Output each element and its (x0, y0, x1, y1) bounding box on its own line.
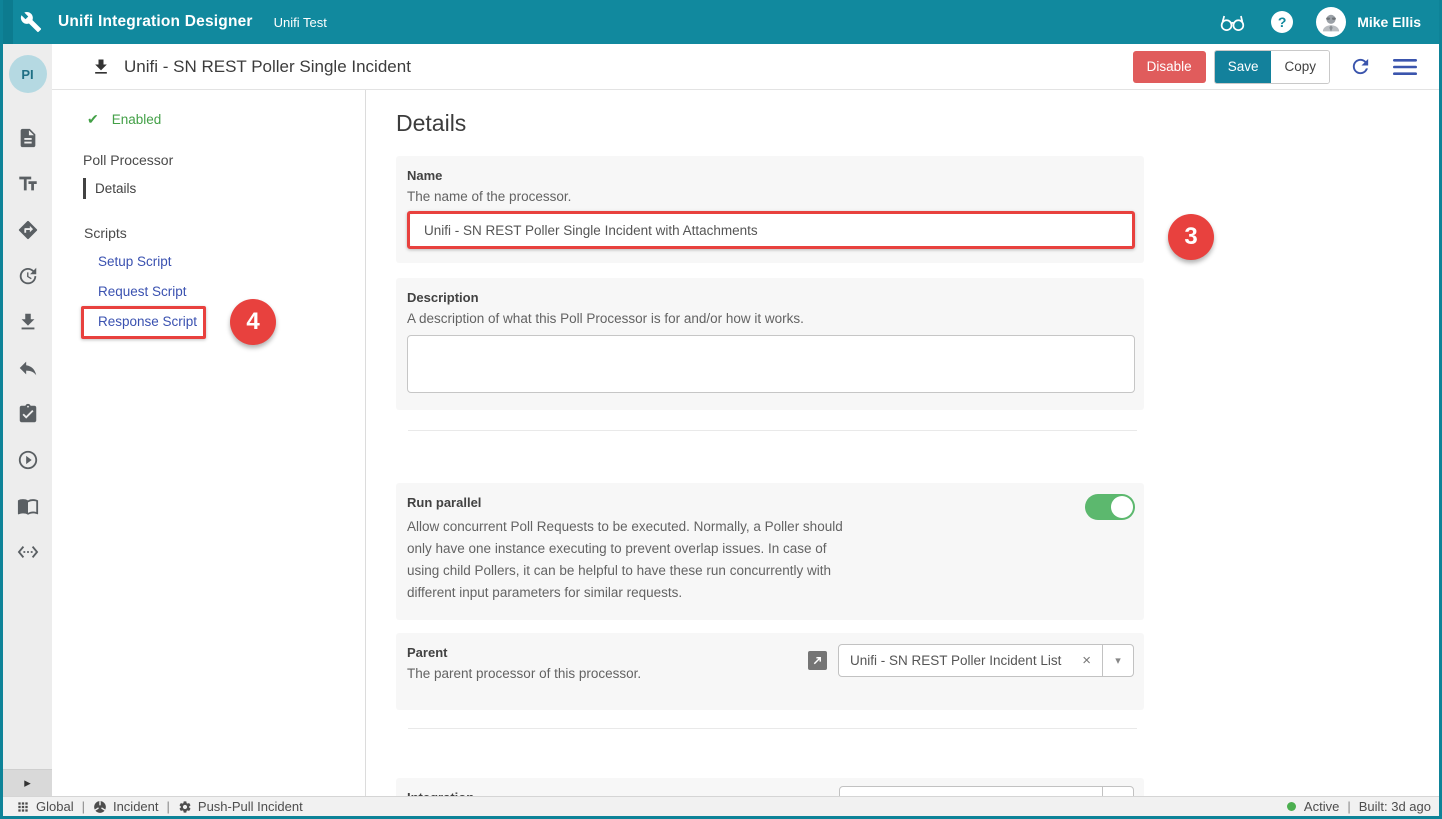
status-bar: Global | Incident | Push-Pull Incident A… (3, 796, 1439, 816)
hamburger-menu-icon[interactable] (1392, 57, 1418, 77)
annotation-box-response-script (81, 306, 206, 339)
field-card-integration: Integration ▾ (396, 778, 1144, 796)
user-name[interactable]: Mike Ellis (1357, 14, 1421, 30)
integration-value (840, 787, 1102, 796)
run-parallel-description: Allow concurrent Poll Requests to be exe… (407, 516, 862, 604)
separator: | (1347, 799, 1350, 814)
caret-down-icon[interactable]: ▾ (1102, 787, 1133, 796)
download-icon[interactable] (17, 311, 39, 333)
parent-select[interactable]: Unifi - SN REST Poller Incident List × ▾ (838, 644, 1134, 677)
caret-down-icon[interactable]: ▾ (1102, 645, 1133, 676)
document-toolbar: Unifi - SN REST Poller Single Incident D… (52, 44, 1439, 90)
description-label: Description (407, 290, 1135, 305)
apps-grid-icon (16, 800, 30, 814)
tasks-check-icon[interactable] (17, 403, 39, 425)
clear-icon[interactable]: × (1082, 652, 1091, 669)
open-record-icon[interactable] (808, 651, 827, 670)
annotation-step-4: 4 (230, 299, 276, 345)
nav-section-poll-processor: Poll Processor (83, 152, 173, 168)
gear-icon (178, 800, 192, 814)
field-card-run-parallel: Run parallel Allow concurrent Poll Reque… (396, 483, 1144, 620)
active-indicator-bar (83, 178, 86, 199)
run-parallel-toggle[interactable] (1085, 494, 1135, 520)
separator: | (82, 799, 85, 814)
section-divider (408, 430, 1137, 431)
nav-item-setup-script[interactable]: Setup Script (98, 254, 172, 269)
annotation-box-name-input (407, 211, 1135, 249)
main-panel: Details Name The name of the processor. … (367, 90, 1439, 796)
annotation-step-3: 3 (1168, 214, 1214, 260)
field-card-parent: Parent The parent processor of this proc… (396, 633, 1144, 710)
field-card-name: Name The name of the processor. (396, 156, 1144, 263)
collapse-arrow-icon: ▸ (24, 775, 31, 791)
scope-push-pull-incident[interactable]: Push-Pull Incident (178, 799, 303, 814)
reply-icon[interactable] (17, 357, 39, 379)
document-icon[interactable] (17, 127, 39, 149)
active-label: Active (1304, 799, 1339, 814)
incident-icon (93, 800, 107, 814)
refresh-icon[interactable] (1349, 55, 1372, 78)
name-description: The name of the processor. (407, 189, 1135, 204)
name-input[interactable] (410, 214, 1132, 246)
description-description: A description of what this Poll Processo… (407, 311, 1135, 326)
history-update-icon[interactable] (17, 265, 39, 287)
directions-icon[interactable] (17, 219, 39, 241)
built-label: Built: 3d ago (1359, 799, 1431, 814)
book-icon[interactable] (17, 495, 39, 517)
page-title: Details (396, 110, 1439, 137)
help-icon[interactable]: ? (1271, 11, 1293, 33)
poller-download-icon (91, 57, 111, 77)
app-header: Unifi Integration Designer Unifi Test ? (3, 0, 1439, 44)
check-icon: ✔ (87, 111, 99, 128)
wrench-logo-icon (20, 11, 42, 33)
description-textarea[interactable] (407, 335, 1135, 393)
nav-item-details[interactable]: Details (83, 178, 136, 199)
icon-sidebar: PI ▸ (3, 44, 52, 796)
text-fields-icon[interactable] (17, 173, 39, 195)
active-status-dot (1287, 802, 1296, 811)
run-parallel-label: Run parallel (407, 495, 1135, 510)
disable-button[interactable]: Disable (1133, 51, 1206, 83)
scope-global[interactable]: Global (16, 799, 74, 814)
app-title: Unifi Integration Designer (58, 13, 253, 31)
section-divider (408, 728, 1137, 729)
copy-button[interactable]: Copy (1271, 51, 1329, 83)
toggle-knob (1111, 496, 1133, 518)
integration-avatar[interactable]: PI (9, 55, 47, 93)
sidebar-collapse-button[interactable]: ▸ (3, 769, 52, 796)
document-title: Unifi - SN REST Poller Single Incident (124, 57, 411, 77)
glasses-icon[interactable] (1218, 9, 1248, 35)
nav-item-request-script[interactable]: Request Script (98, 284, 187, 299)
enabled-label: Enabled (112, 112, 162, 127)
play-circle-icon[interactable] (17, 449, 39, 471)
integration-select[interactable]: ▾ (839, 786, 1134, 796)
nav-section-scripts: Scripts (84, 225, 127, 241)
nav-panel: ✔ Enabled Poll Processor Details Scripts… (52, 90, 366, 796)
parent-value: Unifi - SN REST Poller Incident List (850, 653, 1061, 668)
field-card-description: Description A description of what this P… (396, 278, 1144, 410)
scope-incident[interactable]: Incident (93, 799, 159, 814)
separator: | (167, 799, 170, 814)
unifi-integration-designer-window: Unifi Integration Designer Unifi Test ? (0, 0, 1442, 819)
app-subtitle: Unifi Test (274, 15, 327, 30)
user-avatar[interactable] (1316, 7, 1346, 37)
name-label: Name (407, 168, 1135, 183)
header-left-strip (3, 0, 13, 44)
code-icon[interactable] (17, 541, 39, 563)
save-button[interactable]: Save (1215, 51, 1272, 83)
enabled-status[interactable]: ✔ Enabled (87, 111, 161, 128)
